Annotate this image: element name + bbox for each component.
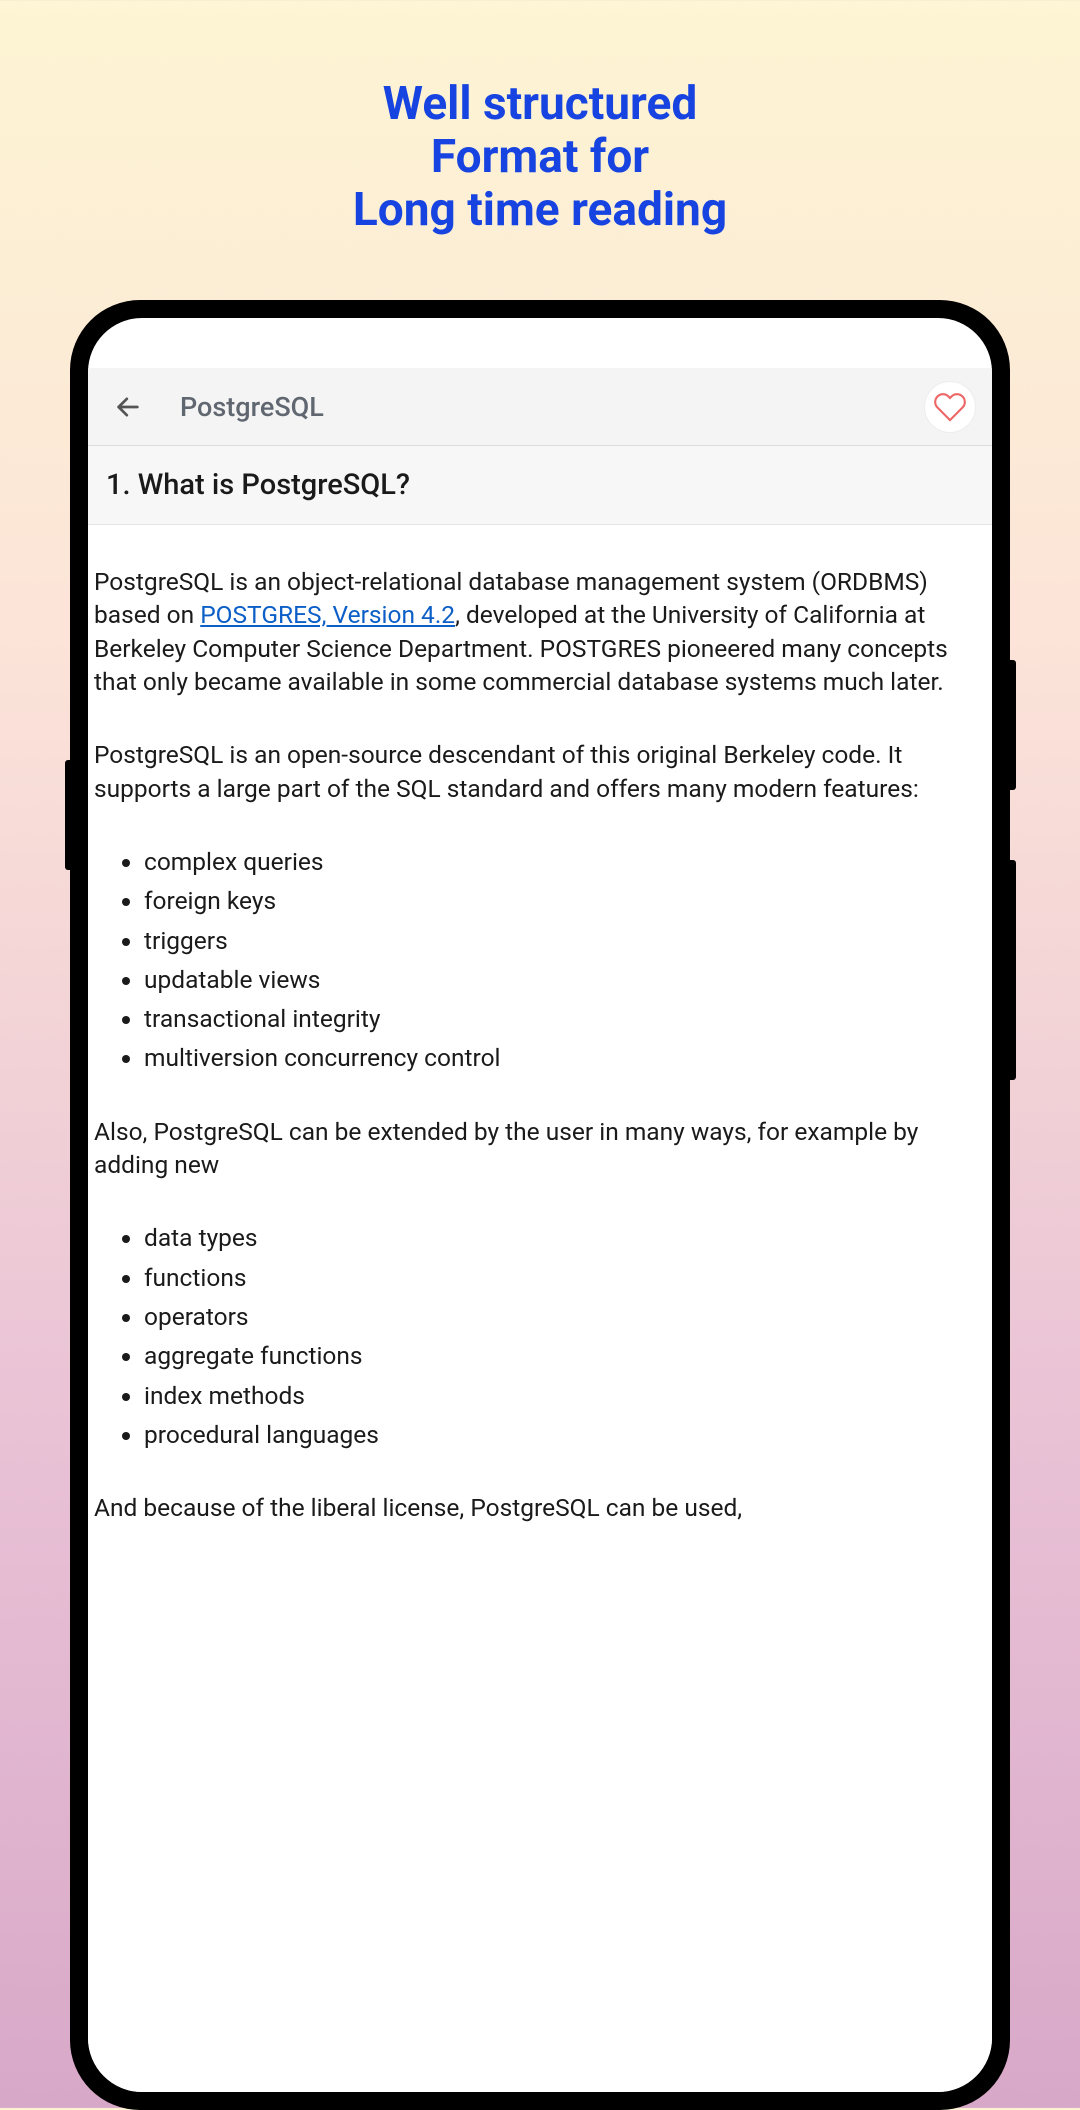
hero-line-2: Format for xyxy=(0,131,1080,184)
postgres-link[interactable]: POSTGRES, Version 4.2 xyxy=(200,600,455,629)
list-item: complex queries xyxy=(144,845,986,878)
paragraph-3: Also, PostgreSQL can be extended by the … xyxy=(94,1115,986,1182)
list-item: updatable views xyxy=(144,963,986,996)
phone-inner: PostgreSQL 1. What is PostgreSQL? Postgr… xyxy=(88,318,992,2092)
paragraph-4: And because of the liberal license, Post… xyxy=(94,1491,986,1524)
heart-icon xyxy=(933,390,967,424)
list-item: procedural languages xyxy=(144,1418,986,1451)
hero-line-3: Long time reading xyxy=(0,184,1080,237)
app-title: PostgreSQL xyxy=(180,391,924,423)
phone-frame: PostgreSQL 1. What is PostgreSQL? Postgr… xyxy=(70,300,1010,2110)
list-item: data types xyxy=(144,1221,986,1254)
list-item: transactional integrity xyxy=(144,1002,986,1035)
features-list: complex queries foreign keys triggers up… xyxy=(94,845,986,1075)
app-screen: PostgreSQL 1. What is PostgreSQL? Postgr… xyxy=(88,318,992,2092)
paragraph-1: PostgreSQL is an object-relational datab… xyxy=(94,565,986,698)
extensions-list: data types functions operators aggregate… xyxy=(94,1221,986,1451)
list-item: operators xyxy=(144,1300,986,1333)
list-item: functions xyxy=(144,1261,986,1294)
paragraph-2: PostgreSQL is an open-source descendant … xyxy=(94,738,986,805)
favorite-button[interactable] xyxy=(924,381,976,433)
back-button[interactable] xyxy=(104,383,152,431)
arrow-left-icon xyxy=(114,393,142,421)
app-bar: PostgreSQL xyxy=(88,368,992,446)
content-area[interactable]: PostgreSQL is an object-relational datab… xyxy=(88,525,992,2092)
phone-button-right-1 xyxy=(1009,660,1016,790)
list-item: triggers xyxy=(144,924,986,957)
phone-button-right-2 xyxy=(1009,860,1016,1080)
phone-button-left xyxy=(65,760,71,870)
section-header: 1. What is PostgreSQL? xyxy=(88,446,992,525)
list-item: index methods xyxy=(144,1379,986,1412)
hero-text: Well structured Format for Long time rea… xyxy=(0,0,1080,287)
list-item: aggregate functions xyxy=(144,1339,986,1372)
list-item: foreign keys xyxy=(144,884,986,917)
section-title: 1. What is PostgreSQL? xyxy=(106,468,974,502)
hero-line-1: Well structured xyxy=(0,78,1080,131)
list-item: multiversion concurrency control xyxy=(144,1041,986,1074)
